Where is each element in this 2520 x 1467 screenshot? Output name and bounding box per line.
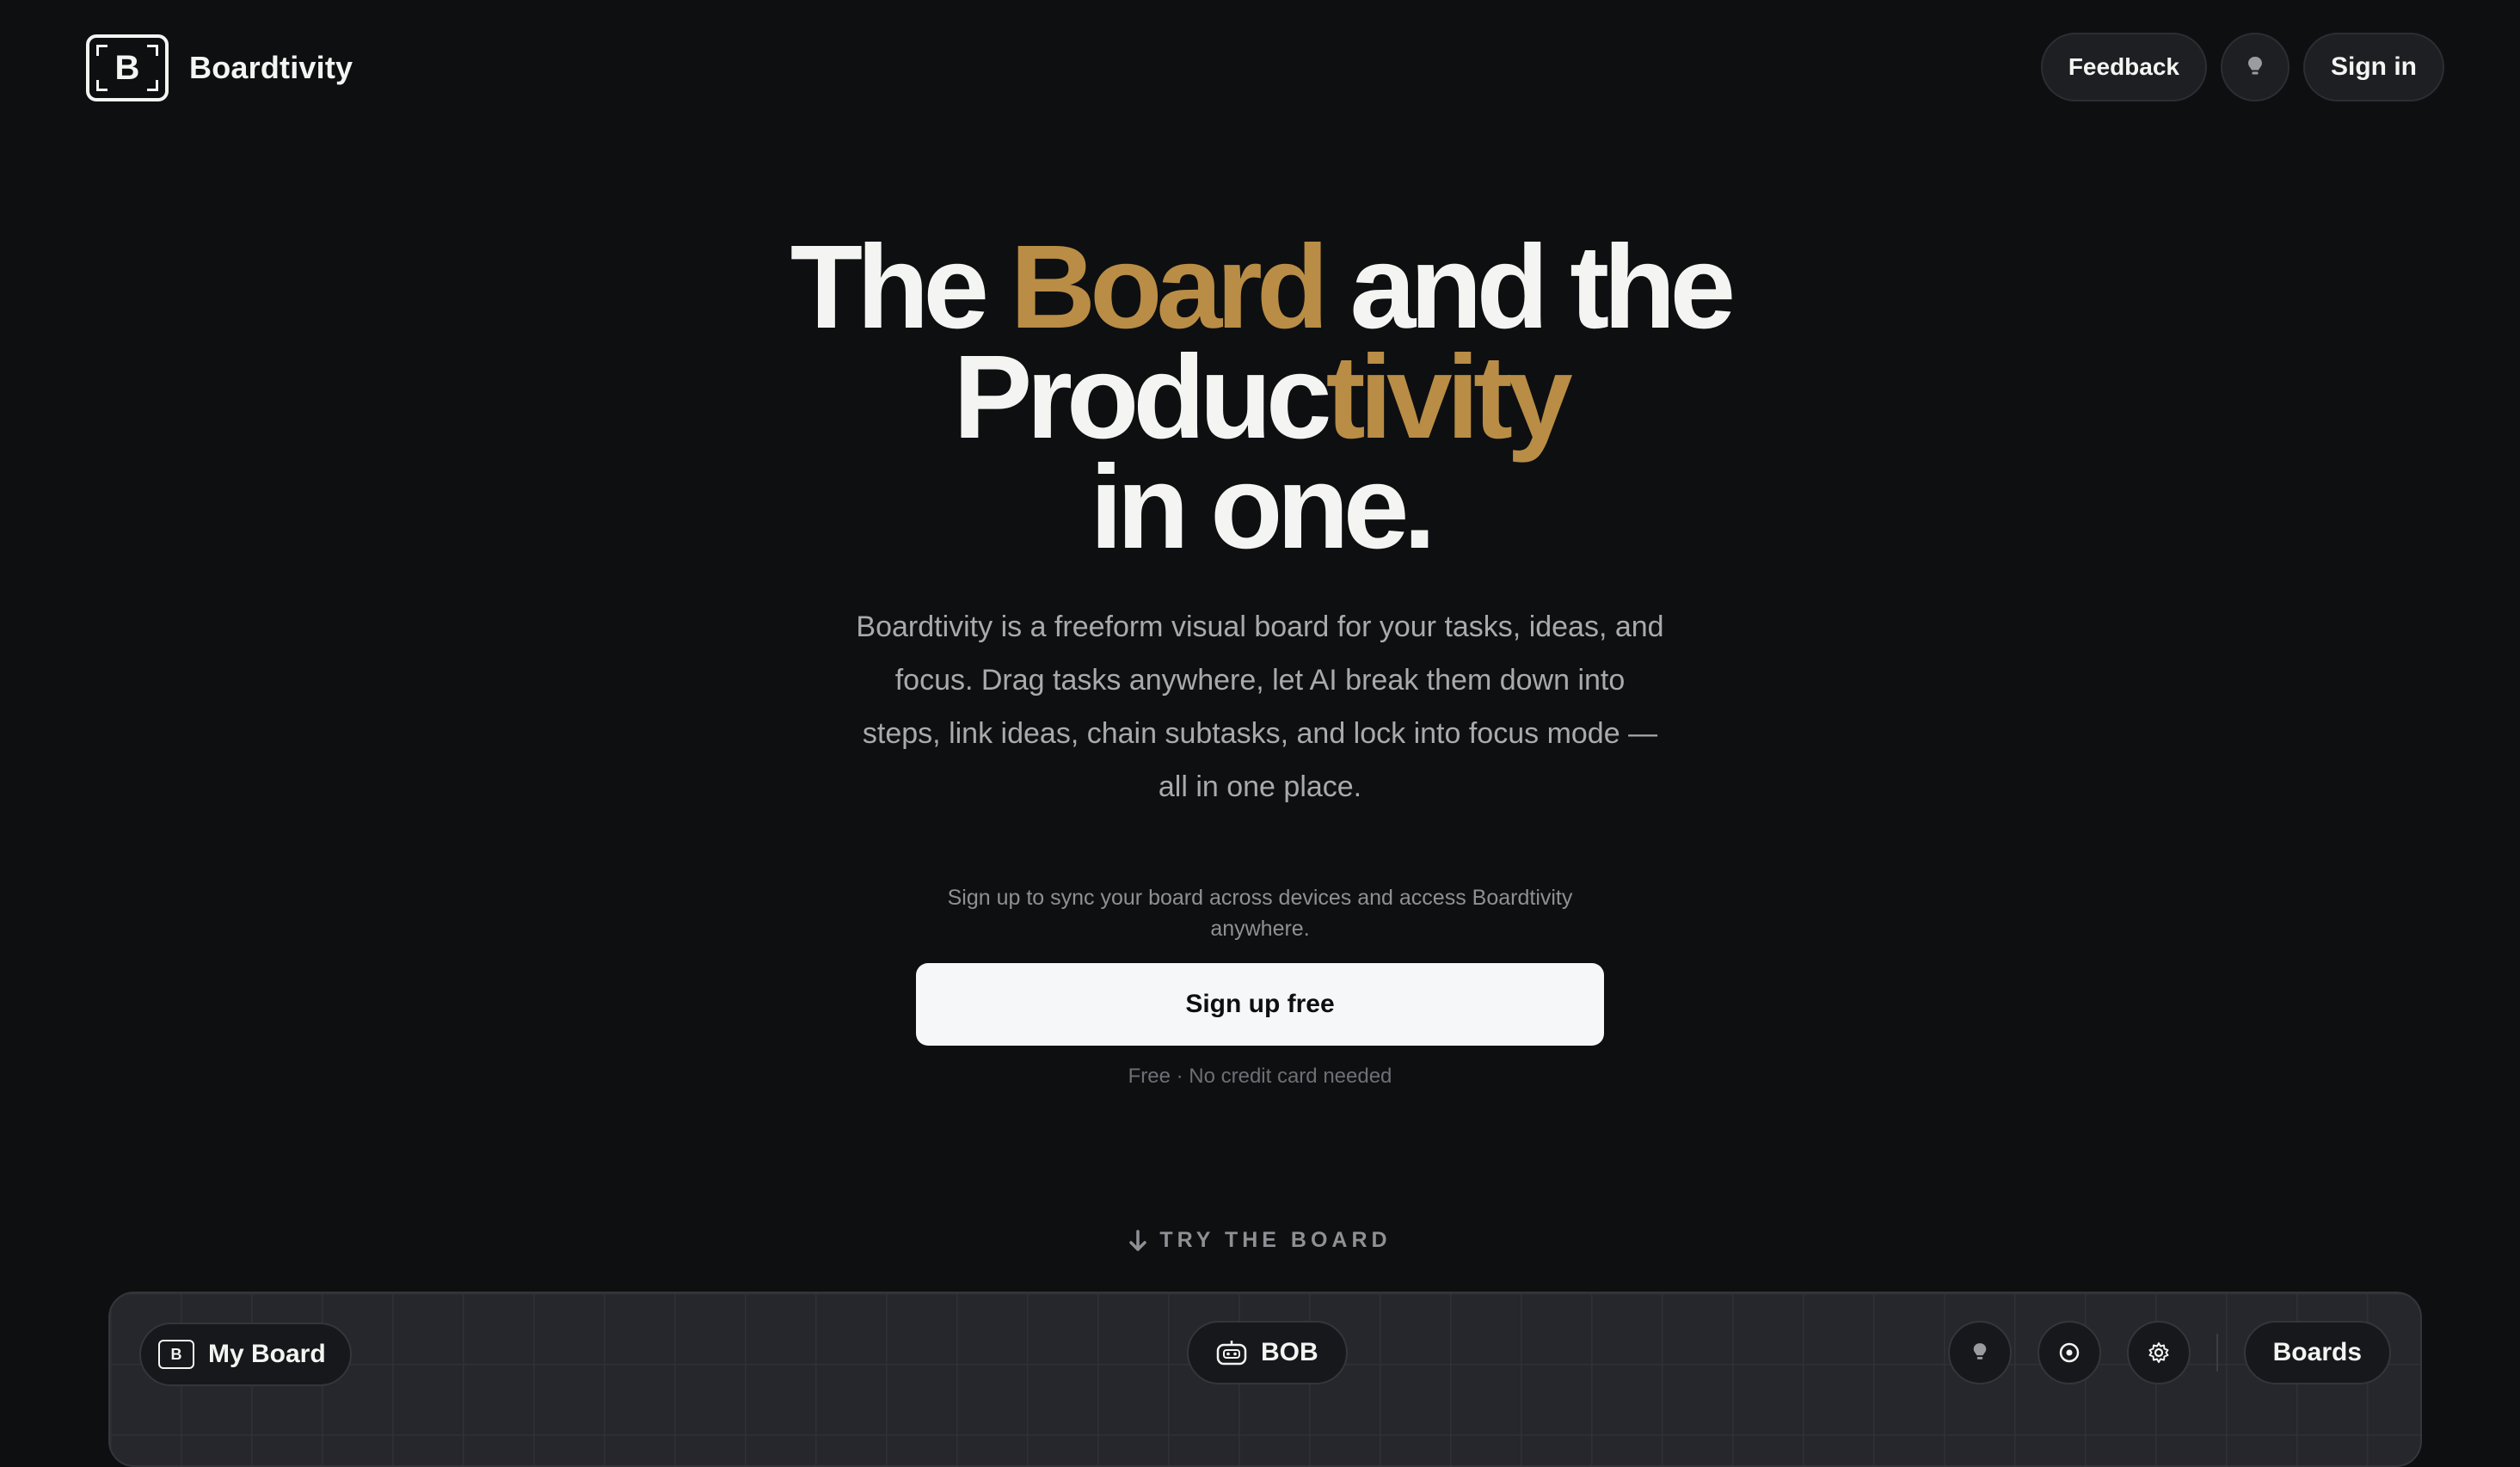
feedback-button[interactable]: Feedback — [2040, 33, 2207, 101]
cta-label: Sign up free — [1185, 990, 1335, 1018]
board-preview[interactable]: B My Board BOB Boards — [108, 1292, 2422, 1467]
board-logo-letter: B — [170, 1345, 182, 1363]
hero-section: The Board and the Productivity in one. B… — [0, 228, 2520, 1089]
sign-in-label: Sign in — [2331, 52, 2417, 81]
board-theme-button[interactable] — [1947, 1321, 2012, 1384]
robot-icon — [1216, 1341, 1247, 1366]
board-name-button[interactable]: B My Board — [139, 1323, 352, 1386]
hero-description: Boardtivity is a freeform visual board f… — [856, 611, 1664, 803]
board-name: My Board — [208, 1340, 326, 1368]
arrow-down-icon — [1129, 1229, 1147, 1251]
settings-button[interactable] — [2126, 1321, 2191, 1384]
lightbulb-icon — [1973, 1343, 1986, 1360]
board-toolbar: Boards — [1947, 1321, 2391, 1384]
logo-letter: B — [114, 48, 140, 87]
try-the-board-label: TRY THE BOARD — [1159, 1228, 1392, 1252]
gear-icon — [2148, 1342, 2169, 1363]
logo-corner — [147, 45, 158, 56]
theme-toggle-button[interactable] — [2221, 33, 2290, 101]
logo-corner — [96, 80, 108, 91]
boards-button[interactable]: Boards — [2243, 1321, 2391, 1384]
target-icon — [2059, 1342, 2079, 1363]
logo-corner — [96, 45, 108, 56]
sign-up-free-button[interactable]: Sign up free — [916, 963, 1604, 1046]
bob-label: BOB — [1261, 1338, 1318, 1366]
bob-assistant-button[interactable]: BOB — [1187, 1321, 1348, 1384]
sign-in-button[interactable]: Sign in — [2303, 33, 2444, 101]
brand-name: Boardtivity — [189, 50, 353, 85]
lightbulb-icon — [2248, 57, 2262, 75]
board-logo-icon: B — [158, 1340, 194, 1369]
toolbar-divider — [2216, 1334, 2218, 1372]
feedback-label: Feedback — [2068, 53, 2179, 80]
brand-logo: B — [86, 34, 169, 101]
boards-label: Boards — [2272, 1338, 2362, 1366]
logo-corner — [147, 80, 158, 91]
hero-headline: The Board and the Productivity in one. — [0, 228, 2520, 567]
headline-line-3: in one. — [1090, 441, 1436, 574]
fine-print: Free · No credit card needed — [1128, 1065, 1392, 1088]
focus-mode-button[interactable] — [2037, 1321, 2101, 1384]
brand-link[interactable]: B Boardtivity — [86, 34, 353, 101]
nav-actions: Feedback Sign in — [2040, 33, 2444, 101]
top-nav: B Boardtivity Feedback Sign in — [0, 0, 2520, 138]
try-the-board-link[interactable]: TRY THE BOARD — [0, 1228, 2520, 1253]
signup-note: Sign up to sync your board across device… — [947, 886, 1573, 941]
